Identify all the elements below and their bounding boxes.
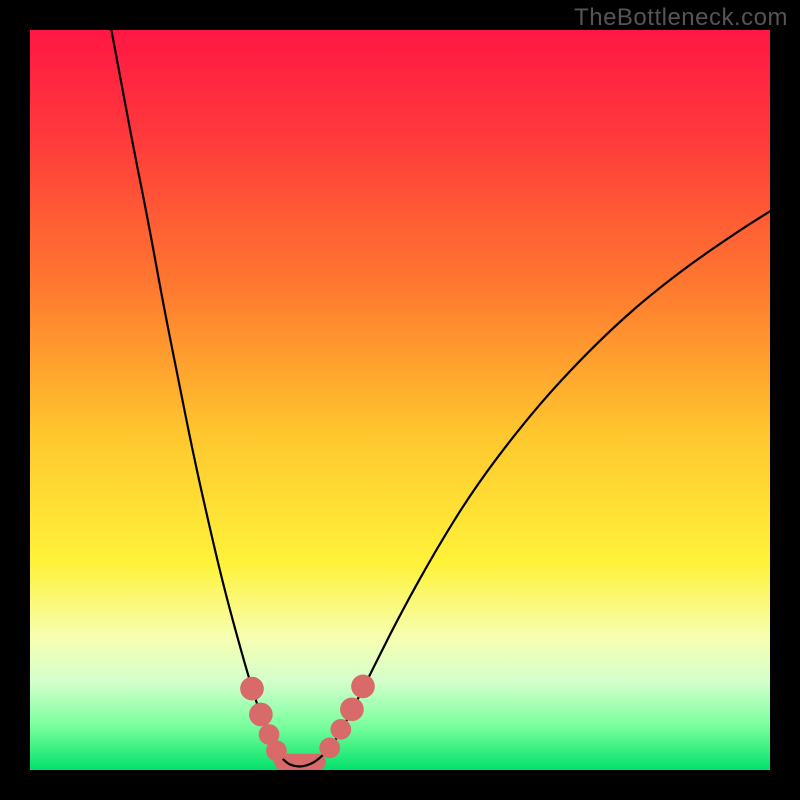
plot-area [30, 30, 770, 770]
bottleneck-curve-chart [30, 30, 770, 770]
chart-frame: TheBottleneck.com [0, 0, 800, 800]
gradient-background [30, 30, 770, 770]
watermark-text: TheBottleneck.com [574, 4, 788, 32]
